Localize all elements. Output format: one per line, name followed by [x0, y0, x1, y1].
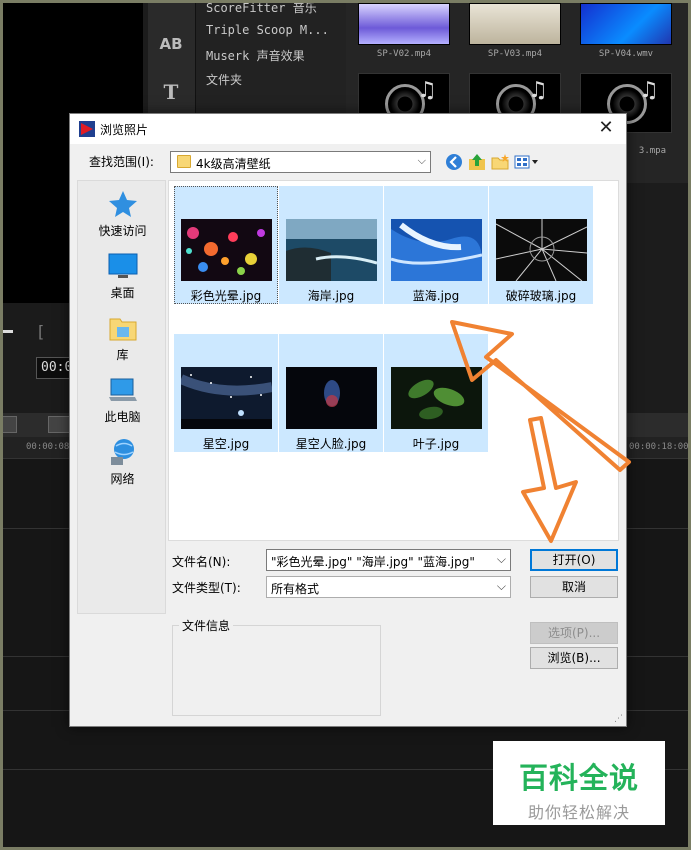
file-tile[interactable]: 海岸.jpg [279, 186, 383, 304]
place-label: 快速访问 [98, 224, 147, 238]
file-name: 叶子.jpg [412, 437, 460, 451]
menu-item-scorefitter[interactable]: ScoreFitter 音乐 [206, 0, 317, 16]
file-info-label: 文件信息 [179, 617, 234, 634]
clip-thumb-sp-v04[interactable] [580, 3, 672, 45]
storyboard-view-button[interactable] [48, 416, 70, 433]
network-icon [110, 439, 134, 465]
star-icon [108, 191, 137, 217]
file-tile[interactable]: 破碎玻璃.jpg [489, 186, 593, 304]
starry-sky-image [181, 367, 272, 429]
blue-sea-image [391, 219, 482, 281]
view-menu-icon[interactable] [514, 153, 540, 171]
chevron-down-icon: ⌵ [496, 552, 506, 566]
timeline-tool-button[interactable] [0, 416, 17, 433]
trim-bracket: [ [38, 322, 45, 341]
place-library[interactable]: 库 [78, 313, 167, 363]
browse-button[interactable]: 浏览(B)... [530, 647, 618, 669]
watermark-subtitle: 助你轻松解决 [527, 803, 630, 822]
coast-image [286, 219, 377, 281]
place-network[interactable]: 网络 [78, 437, 167, 487]
clip-thumb-sp-v02[interactable] [358, 3, 450, 45]
lookin-dropdown[interactable]: 4k级高清壁纸 ⌵ [170, 151, 431, 173]
place-label: 桌面 [110, 286, 135, 300]
filetype-select[interactable]: 所有格式 ⌵ [266, 576, 511, 598]
options-button[interactable]: 选项(P)... [530, 622, 618, 644]
clip-label-sp-v03: SP-V03.mp4 [487, 49, 543, 59]
place-desktop[interactable]: 桌面 [78, 251, 167, 301]
place-label: 库 [116, 348, 129, 362]
leaves-image [391, 367, 482, 429]
lookin-label: 查找范围(I): [89, 155, 154, 169]
file-tile[interactable]: 星空.jpg [174, 334, 278, 452]
place-quick-access[interactable]: 快速访问 [78, 189, 167, 239]
new-folder-icon[interactable] [491, 153, 509, 171]
file-tile[interactable]: 星空人脸.jpg [279, 334, 383, 452]
ruler-label-left: 00:00:08 [26, 442, 70, 452]
file-name: 彩色光晕.jpg [190, 289, 262, 303]
file-name: 海岸.jpg [307, 289, 355, 303]
folder-icon [177, 155, 191, 168]
library-icon [109, 318, 136, 341]
chevron-down-icon: ⌵ [417, 154, 426, 167]
filetype-value: 所有格式 [271, 582, 320, 596]
places-bar: 快速访问 桌面 库 此电脑 网络 [77, 180, 166, 614]
file-tile[interactable]: 叶子.jpg [384, 334, 488, 452]
file-name: 星空人脸.jpg [295, 437, 367, 451]
file-tile[interactable]: 彩色光晕.jpg [174, 186, 278, 304]
place-this-pc[interactable]: 此电脑 [78, 375, 167, 425]
file-info-group: 文件信息 [172, 617, 381, 716]
playhead-marker [3, 330, 13, 333]
file-name: 破碎玻璃.jpg [505, 289, 577, 303]
file-name: 蓝海.jpg [412, 289, 460, 303]
file-name: 星空.jpg [202, 437, 250, 451]
file-tile[interactable]: 蓝海.jpg [384, 186, 488, 304]
app-logo-icon [79, 121, 95, 137]
bokeh-image [181, 219, 272, 281]
broken-glass-image [496, 219, 587, 281]
menu-item-muserk[interactable]: Muserk 声音效果 [206, 47, 305, 64]
desktop-icon [108, 253, 137, 278]
file-list[interactable]: 彩色光晕.jpg 海岸.jpg 蓝海.jpg 破碎玻璃.jpg 星空.jpg 星… [168, 180, 619, 541]
cancel-button[interactable]: 取消 [530, 576, 618, 598]
ruler-label-right: 00:00:18:00 [629, 442, 689, 452]
audio-source-menu: ScoreFitter 音乐 Triple Scoop M... Muserk … [196, 0, 346, 113]
place-label: 此电脑 [104, 410, 141, 424]
filetype-label: 文件类型(T): [172, 581, 241, 595]
back-icon[interactable] [445, 153, 463, 171]
filename-label: 文件名(N): [172, 555, 231, 569]
starry-face-image [286, 367, 377, 429]
close-button[interactable]: ✕ [586, 114, 626, 142]
menu-item-folder[interactable]: 文件夹 [206, 71, 242, 88]
filename-input[interactable]: "彩色光晕.jpg" "海岸.jpg" "蓝海.jpg" ⌵ [266, 549, 511, 571]
computer-icon [108, 378, 137, 401]
filename-value: "彩色光晕.jpg" "海岸.jpg" "蓝海.jpg" [271, 555, 475, 569]
place-label: 网络 [110, 472, 135, 486]
watermark-title: 百科全说 [518, 761, 639, 795]
chevron-down-icon: ⌵ [496, 579, 506, 593]
menu-item-triple-scoop[interactable]: Triple Scoop M... [206, 23, 329, 37]
browse-photos-dialog: 浏览照片 ✕ 查找范围(I): 4k级高清壁纸 ⌵ 快速访问 桌面 库 此电脑 … [69, 113, 627, 727]
title-ab-icon[interactable]: AB [158, 33, 184, 55]
resize-grip-icon[interactable]: ⋰ [614, 714, 624, 724]
text-t-icon[interactable]: T [158, 81, 184, 103]
clip-label-sp-v04: SP-V04.wmv [598, 49, 654, 59]
watermark-badge: 百科全说 助你轻松解决 [493, 741, 665, 825]
up-folder-icon[interactable] [468, 153, 486, 171]
open-button[interactable]: 打开(O) [530, 549, 618, 571]
clip-label-sp-v02: SP-V02.mp4 [376, 49, 432, 59]
dialog-titlebar[interactable]: 浏览照片 ✕ [70, 114, 626, 144]
clip-thumb-sp-v03[interactable] [469, 3, 561, 45]
dialog-title: 浏览照片 [100, 123, 149, 137]
lookin-value: 4k级高清壁纸 [196, 157, 271, 171]
